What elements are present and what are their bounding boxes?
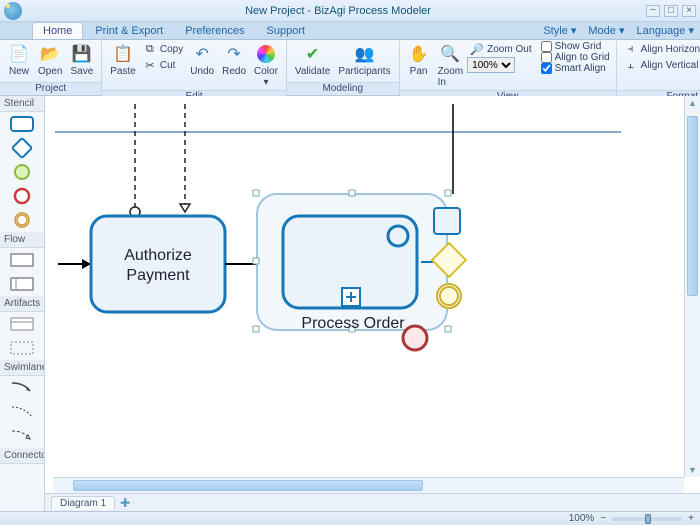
stencil-gateway[interactable] — [5, 138, 39, 158]
zoom-minus-button[interactable]: − — [600, 513, 606, 524]
copy-icon: ⧉ — [143, 42, 157, 56]
stencil-swimlanes-header: Swimlanes — [0, 360, 44, 376]
stencil-task[interactable] — [5, 114, 39, 134]
stencil-artifacts-header: Artifacts — [0, 296, 44, 312]
stencil-message-flow[interactable] — [5, 426, 39, 446]
status-bar: 100% − + — [0, 511, 700, 525]
validate-button[interactable]: ✔Validate — [291, 41, 334, 79]
group-project-label: Project — [0, 82, 101, 95]
color-button[interactable]: Color▾ — [250, 41, 282, 90]
message-flow-2[interactable] — [180, 104, 190, 212]
stencil-intermediate-event[interactable] — [5, 210, 39, 230]
redo-icon: ↷ — [223, 43, 245, 65]
minimize-button[interactable]: − — [646, 5, 660, 17]
new-icon: 📄 — [8, 43, 30, 65]
mode-menu[interactable]: Mode ▾ — [582, 22, 630, 39]
close-button[interactable]: × — [682, 5, 696, 17]
open-icon: 📂 — [39, 43, 61, 65]
sequence-flow-in[interactable] — [58, 259, 91, 269]
redo-button[interactable]: ↷Redo — [218, 41, 250, 79]
canvas-wrap: AuthorizePayment — [45, 96, 700, 511]
style-menu[interactable]: Style ▾ — [537, 22, 582, 39]
stencil-group[interactable] — [5, 338, 39, 358]
tab-print-export[interactable]: Print & Export — [85, 23, 173, 39]
participants-button[interactable]: 👥Participants — [334, 41, 394, 79]
diagram-tabs: Diagram 1 ✚ — [45, 493, 700, 511]
tab-preferences[interactable]: Preferences — [175, 23, 254, 39]
smart-align-checkbox[interactable]: Smart Align — [539, 63, 612, 74]
cut-button[interactable]: ✂Cut — [140, 57, 186, 73]
zoom-out-icon: 🔎 — [470, 42, 484, 56]
zoom-out-button[interactable]: 🔎Zoom Out — [467, 41, 534, 57]
stencil-start-event[interactable] — [5, 162, 39, 182]
task-authorize-payment[interactable]: AuthorizePayment — [91, 216, 225, 312]
tab-home[interactable]: Home — [32, 22, 83, 39]
scrollbar-thumb-h[interactable] — [73, 480, 423, 491]
align-grid-checkbox[interactable]: Align to Grid — [539, 52, 612, 63]
stencil-lane[interactable] — [5, 274, 39, 294]
align-horizontal-icon: ⫞ — [624, 42, 638, 56]
zoom-slider[interactable] — [612, 517, 682, 521]
scrollbar-thumb[interactable] — [687, 116, 698, 296]
zoom-in-icon: 🔍 — [439, 43, 461, 65]
maximize-button[interactable]: □ — [664, 5, 678, 17]
paste-icon: 📋 — [112, 43, 134, 65]
tab-support[interactable]: Support — [257, 23, 316, 39]
stencil-sequence-flow[interactable] — [5, 378, 39, 398]
language-menu[interactable]: Language ▾ — [630, 22, 700, 39]
window-title: New Project - BizAgi Process Modeler — [30, 5, 646, 17]
hand-icon: ✋ — [408, 43, 430, 65]
zoom-in-button[interactable]: 🔍Zoom In — [434, 41, 468, 90]
cut-icon: ✂ — [143, 58, 157, 72]
status-zoom-label: 100% — [569, 513, 595, 524]
vertical-scrollbar[interactable]: ▲ ▼ — [684, 96, 700, 477]
new-button[interactable]: 📄New — [4, 41, 34, 79]
ribbon: 📄New 📂Open 💾Save Project 📋Paste ⧉Copy ✂C… — [0, 40, 700, 96]
stencil-pool[interactable] — [5, 250, 39, 270]
align-vertical-icon: ⫠ — [624, 58, 638, 72]
palette-task-icon[interactable] — [434, 208, 460, 234]
horizontal-scrollbar[interactable] — [53, 477, 684, 493]
copy-button[interactable]: ⧉Copy — [140, 41, 186, 57]
pan-button[interactable]: ✋Pan — [404, 41, 434, 79]
stencil-end-event[interactable] — [5, 186, 39, 206]
message-flow-1[interactable] — [130, 104, 140, 217]
title-bar: New Project - BizAgi Process Modeler − □… — [0, 0, 700, 22]
group-modeling-label: Modeling — [287, 82, 399, 95]
canvas[interactable]: AuthorizePayment — [45, 96, 684, 477]
scroll-up-icon[interactable]: ▲ — [685, 96, 700, 110]
app-logo-icon — [4, 2, 22, 20]
align-vertical-button[interactable]: ⫠Align Vertical — [621, 57, 700, 73]
zoom-plus-button[interactable]: + — [688, 513, 694, 524]
save-icon: 💾 — [71, 43, 93, 65]
undo-icon: ↶ — [191, 43, 213, 65]
scroll-down-icon[interactable]: ▼ — [685, 463, 700, 477]
diagram-tab-1[interactable]: Diagram 1 — [51, 496, 115, 510]
subprocess-label: Process Order — [301, 315, 405, 332]
stencil-header: Stencil — [0, 96, 44, 112]
add-diagram-button[interactable]: ✚ — [118, 496, 132, 510]
open-button[interactable]: 📂Open — [34, 41, 66, 79]
stencil-connectors-header: Connectors — [0, 448, 44, 464]
ribbon-tabs: Home Print & Export Preferences Support … — [0, 22, 700, 40]
stencil-panel: Stencil Flow Artifacts Swimlanes Connect… — [0, 96, 45, 511]
stencil-data[interactable] — [5, 314, 39, 334]
people-icon: 👥 — [353, 43, 375, 65]
stencil-association[interactable] — [5, 402, 39, 422]
color-wheel-icon — [255, 43, 277, 65]
align-horizontal-button[interactable]: ⫞Align Horizontal — [621, 41, 700, 57]
stencil-flow-header: Flow — [0, 232, 44, 248]
check-circle-icon: ✔ — [302, 43, 324, 65]
paste-button[interactable]: 📋Paste — [106, 41, 140, 79]
palette-end-icon[interactable] — [403, 326, 427, 350]
save-button[interactable]: 💾Save — [66, 41, 97, 79]
undo-button[interactable]: ↶Undo — [186, 41, 218, 79]
show-grid-checkbox[interactable]: Show Grid — [539, 41, 612, 52]
zoom-select[interactable]: 100% — [467, 57, 515, 73]
